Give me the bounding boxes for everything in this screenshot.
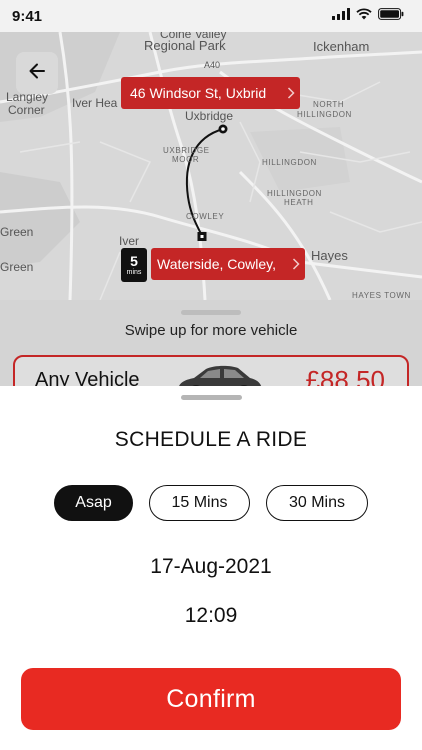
map-label-hayes: Hayes bbox=[311, 248, 348, 263]
map-view[interactable]: Colne Valley Regional Park Ickenham A40 … bbox=[0, 32, 422, 300]
eta-badge: 5 mins bbox=[121, 248, 147, 282]
vehicle-price: £88.50 bbox=[305, 365, 385, 386]
chevron-right-icon bbox=[282, 87, 300, 99]
map-label-green-2: Green bbox=[0, 260, 34, 274]
option-30-mins-chip[interactable]: 30 Mins bbox=[266, 485, 368, 521]
time-picker-value[interactable]: 12:09 bbox=[0, 604, 422, 628]
signal-icon bbox=[332, 7, 350, 25]
vehicle-card[interactable]: Any Vehicle £88.50 bbox=[13, 355, 409, 386]
map-label-ickenham: Ickenham bbox=[313, 39, 370, 54]
eta-value: 5 bbox=[130, 252, 138, 269]
sheet-title: SCHEDULE A RIDE bbox=[114, 428, 308, 451]
map-label-hillingdon-heath-1: HILLINGDON bbox=[267, 189, 322, 198]
map-label-hillingdon-north: HILLINGDON bbox=[297, 110, 352, 119]
vehicle-panel-handle[interactable] bbox=[181, 310, 241, 315]
map-label-uxbridge-moor-2: MOOR bbox=[172, 155, 200, 164]
map-label-regional-park: Regional Park bbox=[144, 38, 226, 53]
map-label-green-1: Green bbox=[0, 225, 34, 239]
back-arrow-icon bbox=[27, 61, 47, 86]
option-15-mins-chip[interactable]: 15 Mins bbox=[149, 485, 250, 521]
dropoff-group: 5 mins Waterside, Cowley, bbox=[121, 248, 305, 282]
pickup-address: 46 Windsor St, Uxbrid bbox=[130, 85, 267, 101]
date-picker-value[interactable]: 17-Aug-2021 bbox=[0, 555, 422, 579]
option-asap-chip[interactable]: Asap bbox=[54, 485, 133, 521]
map-label-corner: Corner bbox=[8, 103, 45, 117]
swipe-hint: Swipe up for more vehicle bbox=[124, 322, 298, 339]
status-bar: 9:41 bbox=[0, 0, 422, 32]
vehicle-name: Any Vehicle bbox=[35, 369, 140, 386]
dropoff-address: Waterside, Cowley, bbox=[157, 256, 277, 272]
confirm-button[interactable]: Confirm bbox=[21, 668, 401, 730]
pickup-location-pill[interactable]: 46 Windsor St, Uxbrid bbox=[121, 77, 300, 109]
car-icon bbox=[172, 361, 264, 386]
map-label-a40: A40 bbox=[204, 60, 221, 70]
sheet-handle[interactable] bbox=[181, 395, 242, 400]
map-label-north: NORTH bbox=[313, 100, 345, 109]
vehicle-panel: Swipe up for more vehicle Any Vehicle £8… bbox=[0, 300, 422, 386]
map-label-hillingdon-heath-2: HEATH bbox=[284, 198, 314, 207]
dropoff-location-pill[interactable]: Waterside, Cowley, bbox=[151, 248, 305, 280]
time-options: Asap 15 Mins 30 Mins bbox=[0, 485, 422, 521]
wifi-icon bbox=[356, 7, 372, 25]
back-button[interactable] bbox=[16, 52, 58, 94]
map-label-cowley: COWLEY bbox=[186, 212, 225, 221]
battery-icon bbox=[378, 7, 404, 25]
status-time: 9:41 bbox=[12, 7, 43, 25]
map-label-hillingdon: HILLINGDON bbox=[262, 158, 317, 167]
map-label-hayes-town: HAYES TOWN bbox=[352, 291, 411, 300]
map-label-iver-hea: Iver Hea bbox=[72, 96, 118, 110]
schedule-sheet: SCHEDULE A RIDE Asap 15 Mins 30 Mins 17-… bbox=[0, 386, 422, 750]
map-label-uxbridge-moor-1: UXBRIDGE bbox=[163, 146, 210, 155]
eta-unit: mins bbox=[126, 268, 142, 276]
chevron-right-icon bbox=[287, 258, 305, 270]
status-icons bbox=[332, 7, 404, 25]
map-label-uxbridge: Uxbridge bbox=[185, 109, 234, 123]
map-label-iver: Iver bbox=[119, 234, 140, 248]
